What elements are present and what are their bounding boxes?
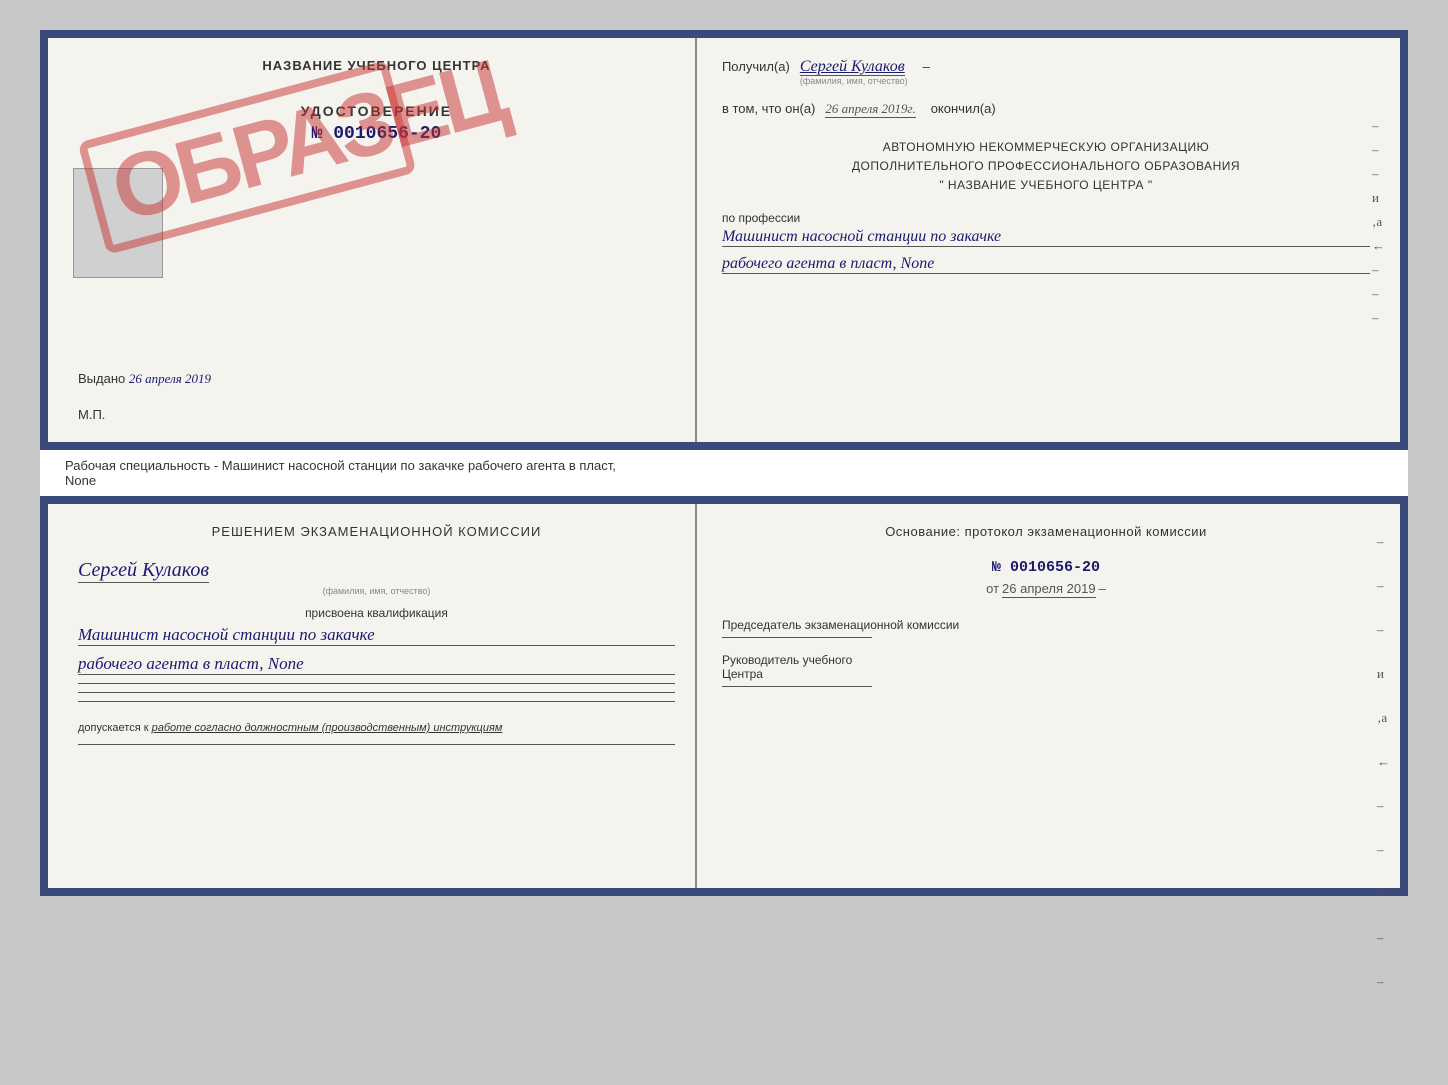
predsedatel-sign-line (722, 637, 872, 638)
vydano-date: 26 апреля 2019 (129, 371, 211, 386)
subtitle-text2: None (65, 473, 1383, 488)
profession-line2: рабочего агента в пласт, None (722, 255, 1370, 274)
right-side-dashes: – – – и ‚а ← – – – – – (1377, 534, 1390, 990)
rukovoditel-label: Руководитель учебного (722, 653, 1370, 667)
poluchil-line: Получил(а) Сергей Кулаков (фамилия, имя,… (722, 58, 1370, 86)
vydano-label: Выдано (78, 371, 125, 386)
vtom-label: в том, что он(а) (722, 101, 815, 116)
vtom-date: 26 апреля 2019г. (825, 101, 915, 118)
okonchil-label: окончил(а) (931, 101, 996, 116)
cert-bottom-left: Решением экзаменационной комиссии Сергей… (48, 504, 697, 888)
div-line-4 (78, 744, 675, 745)
dopuskaetsya-text: допускается к (78, 722, 149, 734)
rdash-4: и (1377, 666, 1390, 682)
rdash-7: – (1377, 798, 1390, 814)
ot-date-block: от 26 апреля 2019 – (722, 581, 1370, 598)
subtitle-bar: Рабочая специальность - Машинист насосно… (40, 450, 1408, 496)
dash-1: – (1372, 118, 1385, 134)
rdash-11: – (1377, 974, 1390, 990)
ot-label: от (986, 581, 999, 596)
rukovoditel-sign-line (722, 686, 872, 687)
cert-right: – – – и ‚а ← – – – Получил(а) Сергей Кул… (697, 38, 1400, 442)
certificate-top: НАЗВАНИЕ УЧЕБНОГО ЦЕНТРА ОБРАЗЕЦ УДОСТОВ… (40, 30, 1408, 450)
page-wrapper: НАЗВАНИЕ УЧЕБНОГО ЦЕНТРА ОБРАЗЕЦ УДОСТОВ… (20, 20, 1428, 916)
recipient-name: Сергей Кулаков (800, 58, 905, 76)
rdash-10: – (1377, 930, 1390, 946)
photo-placeholder (73, 168, 163, 278)
cert-left: НАЗВАНИЕ УЧЕБНОГО ЦЕНТРА ОБРАЗЕЦ УДОСТОВ… (48, 38, 697, 442)
dash-5: ‚а (1372, 214, 1385, 230)
rdash-8: – (1377, 842, 1390, 858)
tsentra-label: Центра (722, 667, 1370, 681)
udost-title: УДОСТОВЕРЕНИЕ (78, 103, 675, 119)
org-line2: ДОПОЛНИТЕЛЬНОГО ПРОФЕССИОНАЛЬНОГО ОБРАЗО… (722, 157, 1370, 176)
rdash-1: – (1377, 534, 1390, 550)
poluchil-label: Получил(а) (722, 59, 790, 74)
org-line1: АВТОНОМНУЮ НЕКОММЕРЧЕСКУЮ ОРГАНИЗАЦИЮ (722, 138, 1370, 157)
qual-line2: рабочего агента в пласт, None (78, 654, 675, 675)
certificate-bottom: Решением экзаменационной комиссии Сергей… (40, 496, 1408, 896)
mp-text: М.П. (78, 407, 105, 422)
osnovanie-title: Основание: протокол экзаменационной коми… (722, 524, 1370, 539)
vtom-line: в том, что он(а) 26 апреля 2019г. окончи… (722, 101, 1370, 118)
right-lines: – – – и ‚а ← – – – (1372, 118, 1385, 422)
vydano-line: Выдано 26 апреля 2019 (78, 371, 211, 387)
po-professii: по профессии (722, 211, 1370, 225)
rdash-3: – (1377, 622, 1390, 638)
fio-hint-top: (фамилия, имя, отчество) (800, 76, 908, 86)
dash-7: – (1372, 262, 1385, 278)
rdash-9: – (1377, 886, 1390, 902)
dopuskaetsya-line: допускается к работе согласно должностны… (78, 722, 675, 734)
dash-9: – (1372, 310, 1385, 326)
dash-3: – (1372, 166, 1385, 182)
predsedatel-block: Председатель экзаменационной комиссии (722, 618, 1370, 638)
rukovoditel-block: Руководитель учебного Центра (722, 653, 1370, 687)
ot-date: 26 апреля 2019 (1002, 581, 1096, 598)
udost-number: № 0010656-20 (78, 124, 675, 144)
udostoverenie-block: УДОСТОВЕРЕНИЕ № 0010656-20 (78, 103, 675, 144)
predsedatel-label: Председатель экзаменационной комиссии (722, 618, 1370, 632)
dash-2: – (1372, 142, 1385, 158)
qual-line1: Машинист насосной станции по закачке (78, 625, 675, 646)
protocol-number: № 0010656-20 (722, 559, 1370, 576)
dash-8: – (1372, 286, 1385, 302)
div-line-1 (78, 683, 675, 684)
div-line-3 (78, 701, 675, 702)
org-block: АВТОНОМНУЮ НЕКОММЕРЧЕСКУЮ ОРГАНИЗАЦИЮ ДО… (722, 138, 1370, 196)
cert-bottom-right: – – – и ‚а ← – – – – – Основание: проток… (697, 504, 1400, 888)
top-cert-title: НАЗВАНИЕ УЧЕБНОГО ЦЕНТРА (78, 58, 675, 73)
ot-dash: – (1099, 581, 1106, 596)
bottom-name-block: Сергей Кулаков (фамилия, имя, отчество) (78, 559, 675, 596)
dopusk-italic: работе согласно должностным (производств… (152, 722, 503, 734)
rdash-2: – (1377, 578, 1390, 594)
subtitle-text: Рабочая специальность - Машинист насосно… (65, 458, 1383, 473)
div-line-2 (78, 692, 675, 693)
fio-hint-bottom: (фамилия, имя, отчество) (78, 586, 675, 596)
dash-6: ← (1372, 238, 1385, 254)
dash-4: и (1372, 190, 1385, 206)
resheniem-title: Решением экзаменационной комиссии (78, 524, 675, 539)
profession-line1: Машинист насосной станции по закачке (722, 228, 1370, 247)
rdash-6: ← (1377, 754, 1390, 770)
rdash-5: ‚а (1377, 710, 1390, 726)
prisvoena-text: присвоена квалификация (78, 606, 675, 620)
dash-after-name: – (923, 59, 930, 74)
bottom-name: Сергей Кулаков (78, 559, 209, 583)
org-line3: " НАЗВАНИЕ УЧЕБНОГО ЦЕНТРА " (722, 176, 1370, 195)
